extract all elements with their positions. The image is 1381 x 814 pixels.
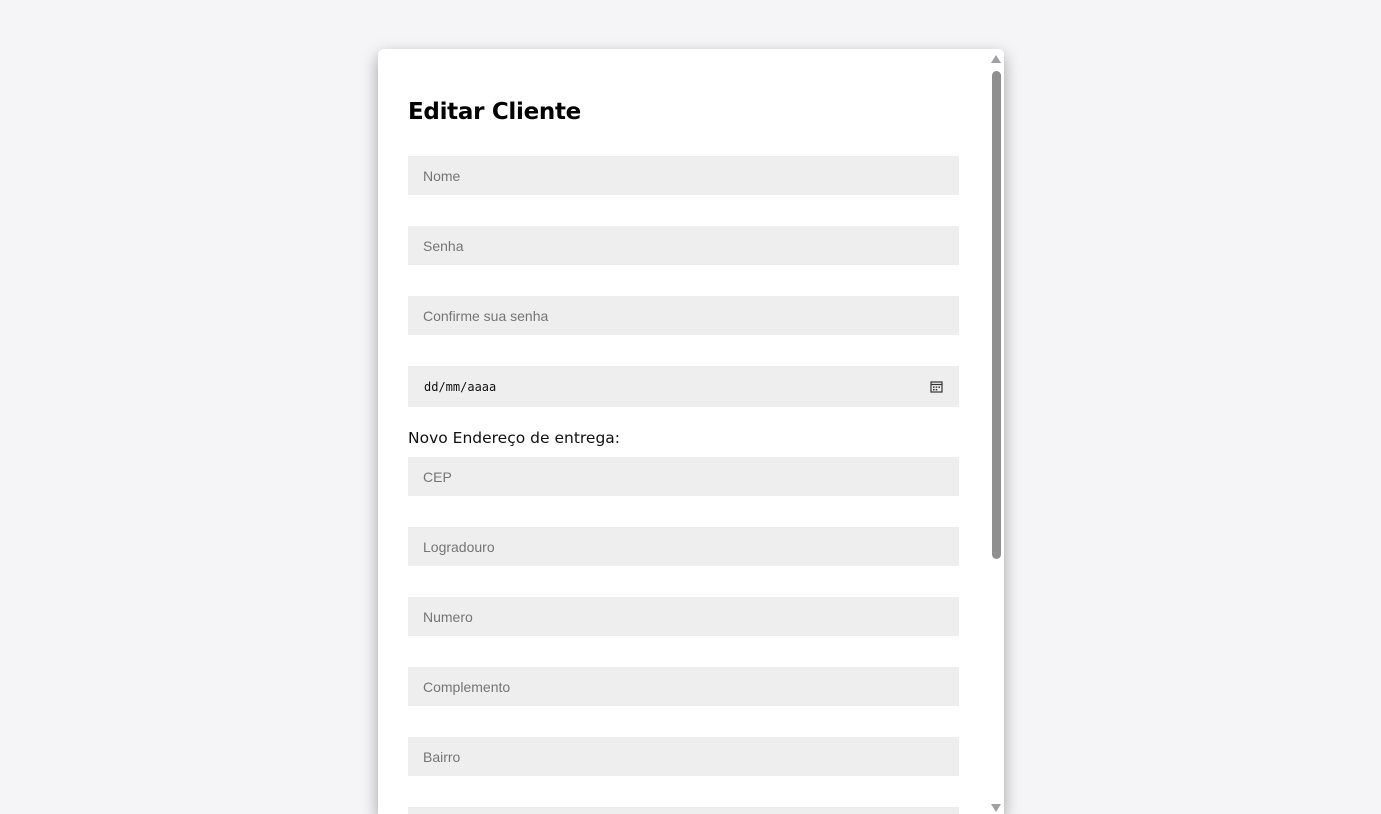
vertical-scrollbar[interactable] xyxy=(989,49,1004,814)
bairro-input[interactable] xyxy=(408,737,959,776)
edit-client-card: Editar Cliente dd/mm/aaaa Novo Endereço … xyxy=(378,49,1004,814)
confirm-password-input[interactable] xyxy=(408,296,959,335)
cep-input[interactable] xyxy=(408,457,959,496)
address-section-label: Novo Endereço de entrega: xyxy=(408,429,621,447)
next-field-partial[interactable] xyxy=(408,807,959,814)
scrollbar-thumb[interactable] xyxy=(992,71,1001,559)
logradouro-input[interactable] xyxy=(408,527,959,566)
scroll-up-arrow-icon[interactable] xyxy=(991,55,1001,63)
scroll-down-arrow-icon[interactable] xyxy=(991,804,1001,812)
numero-input[interactable] xyxy=(408,597,959,636)
birthdate-input[interactable]: dd/mm/aaaa xyxy=(408,366,959,407)
nome-input[interactable] xyxy=(408,156,959,195)
date-input-text: dd/mm/aaaa xyxy=(424,379,497,394)
complemento-input[interactable] xyxy=(408,667,959,706)
page-title: Editar Cliente xyxy=(408,99,581,125)
calendar-icon[interactable] xyxy=(930,380,943,393)
senha-input[interactable] xyxy=(408,226,959,265)
